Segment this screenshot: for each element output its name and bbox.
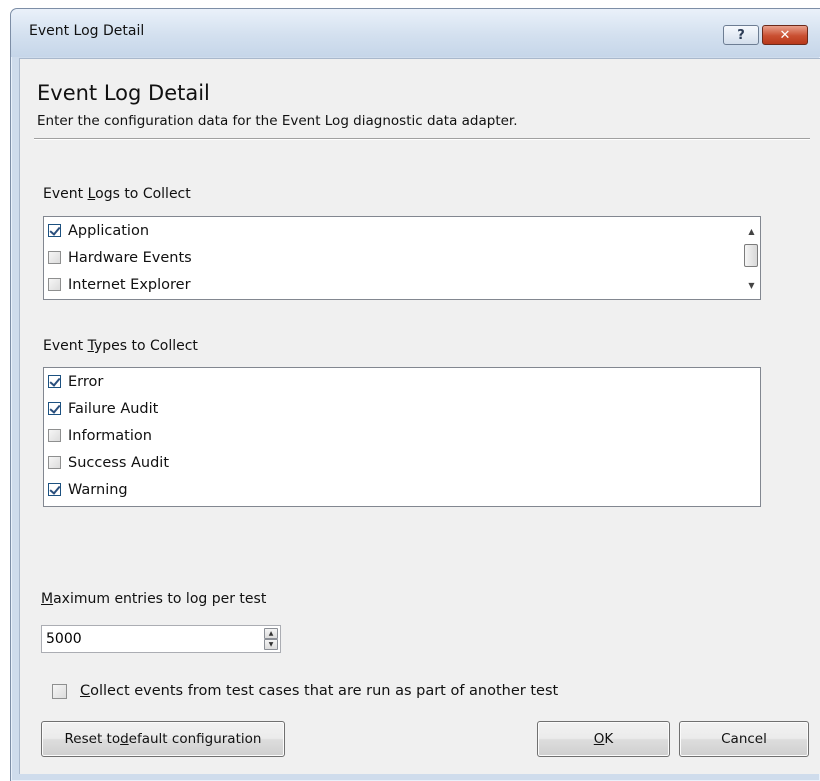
event-logs-list[interactable]: Application Hardware Events Internet Exp… [43, 216, 761, 300]
warning-checkbox[interactable] [48, 483, 61, 496]
list-item-label: Information [68, 427, 152, 444]
ok-button[interactable]: OK [537, 721, 670, 757]
success-audit-checkbox[interactable] [48, 456, 61, 469]
list-item-label: Warning [68, 481, 128, 498]
list-item-hardware-events[interactable]: Hardware Events [44, 244, 760, 271]
window-title: Event Log Detail [29, 23, 145, 39]
event-logs-label: Event Logs to Collect [43, 186, 191, 202]
dialog-body: Event Log Detail Enter the configuration… [19, 58, 820, 708]
failure-audit-checkbox[interactable] [48, 402, 61, 415]
hardware-events-checkbox[interactable] [48, 251, 61, 264]
list-item-error[interactable]: Error [44, 368, 760, 395]
list-item-label: Internet Explorer [68, 276, 191, 293]
stepper-buttons: ▲ ▼ [264, 628, 278, 650]
error-checkbox[interactable] [48, 375, 61, 388]
page-title: Event Log Detail [37, 81, 210, 105]
list-item-information[interactable]: Information [44, 422, 760, 449]
header-separator [34, 138, 810, 140]
max-entries-input[interactable] [42, 626, 252, 652]
spin-down-icon[interactable]: ▼ [264, 639, 278, 650]
internet-explorer-checkbox[interactable] [48, 278, 61, 291]
cancel-button[interactable]: Cancel [679, 721, 809, 757]
list-item-label: Application [68, 222, 150, 239]
event-types-label: Event Types to Collect [43, 338, 198, 354]
page-subtitle: Enter the configuration data for the Eve… [37, 113, 518, 129]
list-item-internet-explorer[interactable]: Internet Explorer [44, 271, 760, 298]
list-item-warning[interactable]: Warning [44, 476, 760, 503]
reset-default-button[interactable]: Reset to d efault configuration [41, 721, 285, 757]
max-entries-label: Maximum entries to log per test [41, 591, 267, 607]
button-bar: Reset to d efault configuration OK Cancel [19, 708, 820, 774]
dialog-window: Event Log Detail ? ✕ Event Log Detail En… [10, 8, 820, 781]
collect-nested-label: Collect events from test cases that are … [80, 683, 559, 699]
list-item-failure-audit[interactable]: Failure Audit [44, 395, 760, 422]
event-logs-scrollbar[interactable]: ▲ ▼ [743, 217, 760, 299]
list-item-label: Error [68, 373, 104, 390]
scroll-down-icon[interactable]: ▼ [743, 277, 760, 294]
application-checkbox[interactable] [48, 224, 61, 237]
collect-nested-option[interactable]: Collect events from test cases that are … [52, 683, 558, 699]
collect-nested-checkbox[interactable] [52, 683, 67, 699]
title-bar[interactable]: Event Log Detail ? ✕ [11, 9, 820, 57]
list-item-success-audit[interactable]: Success Audit [44, 449, 760, 476]
event-types-list[interactable]: Error Failure Audit Information Success … [43, 367, 761, 507]
list-item-application[interactable]: Application [44, 217, 760, 244]
list-item-label: Failure Audit [68, 400, 159, 417]
information-checkbox[interactable] [48, 429, 61, 442]
close-button[interactable]: ✕ [762, 25, 808, 45]
max-entries-stepper[interactable]: ▲ ▼ [41, 625, 281, 653]
list-item-label: Success Audit [68, 454, 170, 471]
help-button[interactable]: ? [723, 25, 759, 45]
scrollbar-thumb[interactable] [744, 244, 758, 267]
spin-up-icon[interactable]: ▲ [264, 628, 278, 639]
scroll-up-icon[interactable]: ▲ [743, 223, 760, 240]
list-item-label: Hardware Events [68, 249, 192, 266]
